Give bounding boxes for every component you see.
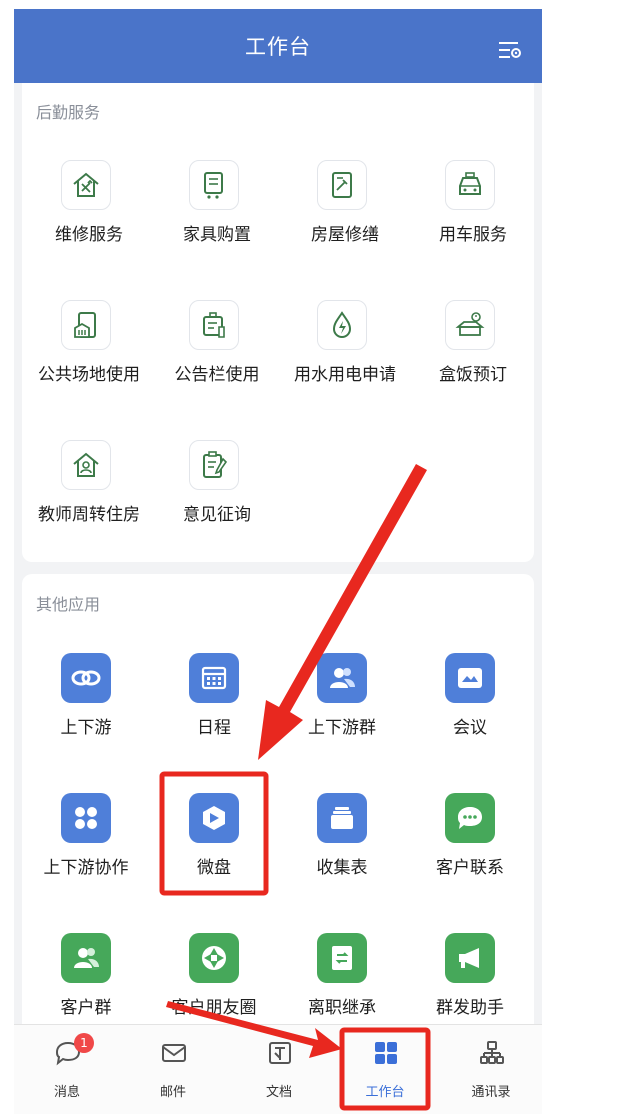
app-feedback-survey[interactable]: 意见征询 xyxy=(150,440,278,526)
tab-mail[interactable]: 邮件 xyxy=(120,1025,226,1114)
top-header: 工作台 xyxy=(14,9,542,83)
water-electric-icon xyxy=(317,300,367,350)
chat-bubble-icon xyxy=(445,793,495,843)
grid-apps-icon xyxy=(61,793,111,843)
app-customer-moments[interactable]: 客户朋友圈 xyxy=(150,933,278,1019)
phone-screen: 工作台 后勤服务 维修服务 家具购置 房屋修缮 用车服务 公共场地使用 公告栏使… xyxy=(14,9,542,1114)
transfer-icon xyxy=(317,933,367,983)
meeting-icon xyxy=(445,653,495,703)
shutter-icon xyxy=(189,933,239,983)
settings-icon[interactable] xyxy=(498,39,522,61)
section-title-logistics: 后勤服务 xyxy=(36,103,101,122)
app-upstream-downstream[interactable]: 上下游 xyxy=(22,653,150,739)
car-icon xyxy=(445,160,495,210)
form-collect-icon xyxy=(317,793,367,843)
tab-workbench[interactable]: 工作台 xyxy=(332,1025,438,1114)
app-resignation-transfer[interactable]: 离职继承 xyxy=(278,933,406,1019)
logistics-services-card: 后勤服务 维修服务 家具购置 房屋修缮 用车服务 公共场地使用 公告栏使用 用水… xyxy=(22,83,534,562)
calendar-icon xyxy=(189,653,239,703)
section-title-other: 其他应用 xyxy=(36,595,101,614)
repair-house-icon xyxy=(61,160,111,210)
tab-documents[interactable]: 文档 xyxy=(226,1025,332,1114)
app-collection-form[interactable]: 收集表 xyxy=(278,793,406,879)
app-schedule[interactable]: 日程 xyxy=(150,653,278,739)
cloud-drive-icon xyxy=(189,793,239,843)
tab-messages[interactable]: 1 消息 xyxy=(14,1025,120,1114)
app-furniture-purchase[interactable]: 家具购置 xyxy=(150,160,278,246)
contacts-icon xyxy=(480,1041,504,1064)
mail-icon xyxy=(162,1044,186,1062)
app-water-electric[interactable]: 用水用电申请 xyxy=(278,300,406,386)
app-micro-disk[interactable]: 微盘 xyxy=(150,793,278,879)
app-public-venue[interactable]: 公共场地使用 xyxy=(22,300,150,386)
page-title: 工作台 xyxy=(245,35,311,59)
app-meeting[interactable]: 会议 xyxy=(406,653,534,739)
group-icon xyxy=(317,653,367,703)
app-repair-service[interactable]: 维修服务 xyxy=(22,160,150,246)
app-mass-send-assistant[interactable]: 群发助手 xyxy=(406,933,534,1019)
feedback-clipboard-icon xyxy=(189,440,239,490)
link-icon xyxy=(61,653,111,703)
bottom-tab-bar: 1 消息 邮件 文档 工作台 通讯录 xyxy=(14,1024,542,1114)
app-building-repair[interactable]: 房屋修缮 xyxy=(278,160,406,246)
app-upstream-collaboration[interactable]: 上下游协作 xyxy=(22,793,150,879)
app-upstream-group[interactable]: 上下游群 xyxy=(278,653,406,739)
app-customer-contact[interactable]: 客户联系 xyxy=(406,793,534,879)
app-bulletin-board[interactable]: 公告栏使用 xyxy=(150,300,278,386)
bulletin-board-icon xyxy=(189,300,239,350)
customer-group-icon xyxy=(61,933,111,983)
app-teacher-housing[interactable]: 教师周转住房 xyxy=(22,440,150,526)
lunchbox-icon xyxy=(445,300,495,350)
app-customer-group[interactable]: 客户群 xyxy=(22,933,150,1019)
tab-contacts[interactable]: 通讯录 xyxy=(438,1025,542,1114)
teacher-housing-icon xyxy=(61,440,111,490)
megaphone-icon xyxy=(445,933,495,983)
app-car-service[interactable]: 用车服务 xyxy=(406,160,534,246)
public-venue-icon xyxy=(61,300,111,350)
app-lunchbox-booking[interactable]: 盒饭预订 xyxy=(406,300,534,386)
document-icon xyxy=(269,1042,291,1064)
building-repair-icon xyxy=(317,160,367,210)
furniture-cart-icon xyxy=(189,160,239,210)
other-apps-card: 其他应用 上下游 日程 上下游群 会议 上下游协作 微盘 收集表 客户联系 客户… xyxy=(22,574,534,1044)
workbench-icon xyxy=(375,1042,397,1064)
unread-badge: 1 xyxy=(74,1033,94,1053)
